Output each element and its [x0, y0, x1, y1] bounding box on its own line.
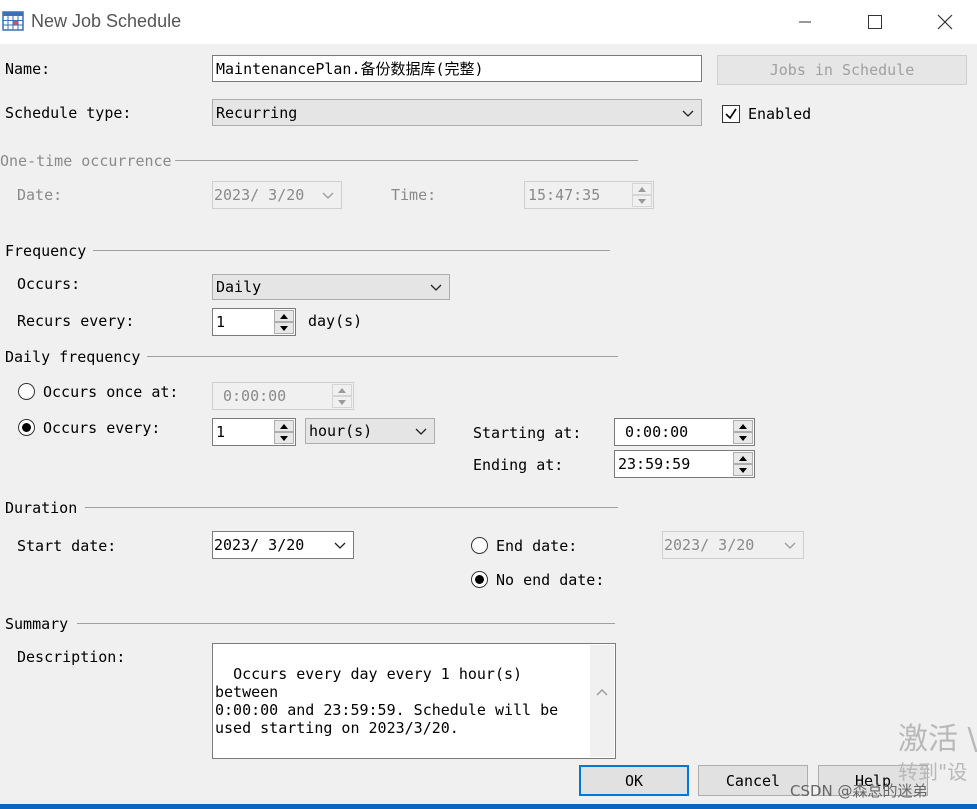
- description-label: Description:: [17, 648, 126, 666]
- occurs-select[interactable]: Daily: [212, 274, 450, 300]
- chevron-down-icon: [334, 542, 346, 549]
- one-time-time-input: 15:47:35: [524, 181, 654, 209]
- occurs-once-time-input: 0:00:00: [212, 382, 354, 410]
- section-one-time: One-time occurrence: [0, 152, 172, 170]
- recurs-every-label: Recurs every:: [17, 312, 135, 330]
- starting-at-label: Starting at:: [473, 424, 582, 442]
- description-textarea[interactable]: Occurs every day every 1 hour(s) between…: [212, 643, 616, 759]
- section-daily-frequency: Daily frequency: [5, 348, 141, 366]
- chevron-up-icon[interactable]: [590, 681, 614, 705]
- occurs-value: Daily: [216, 278, 262, 296]
- calendar-grid-icon: [2, 10, 24, 32]
- window-title: New Job Schedule: [31, 11, 182, 31]
- every-spinner[interactable]: [274, 420, 294, 444]
- end-date-radio[interactable]: [471, 537, 488, 554]
- schedule-type-value: Recurring: [216, 103, 298, 122]
- section-duration: Duration: [5, 499, 78, 517]
- section-frequency: Frequency: [5, 242, 87, 260]
- occurs-every-value: 1: [216, 423, 226, 441]
- checkmark-icon: [725, 108, 737, 120]
- start-date-picker[interactable]: 2023/ 3/20: [212, 531, 354, 559]
- recurs-unit: day(s): [308, 312, 363, 330]
- end-date-picker: 2023/ 3/20: [662, 531, 804, 559]
- one-time-date-value: 2023/ 3/20: [214, 186, 305, 204]
- end-date-value: 2023/ 3/20: [664, 536, 755, 554]
- ending-at-label: Ending at:: [473, 456, 564, 474]
- occurs-every-radio[interactable]: [18, 419, 35, 436]
- occurs-every-stepper[interactable]: 1: [212, 418, 296, 446]
- name-label: Name:: [5, 60, 51, 78]
- jobs-in-schedule-button[interactable]: Jobs in Schedule: [717, 55, 967, 85]
- ending-spinner[interactable]: [733, 452, 753, 476]
- chevron-down-icon: [430, 284, 442, 291]
- every-unit-value: hour(s): [309, 422, 373, 440]
- time-label: Time:: [391, 186, 437, 204]
- no-end-date-radio[interactable]: [471, 571, 488, 588]
- chevron-down-icon: [322, 192, 334, 199]
- occurs-every-label: Occurs every:: [43, 419, 161, 437]
- starting-at-value: 0:00:00: [625, 423, 689, 441]
- csdn-credit-watermark: CSDN @森总的迷弟: [790, 782, 928, 800]
- schedule-type-label: Schedule type:: [5, 104, 132, 122]
- occurs-once-radio[interactable]: [18, 383, 35, 400]
- date-label: Date:: [17, 186, 63, 204]
- ending-at-value: 23:59:59: [618, 455, 691, 473]
- chevron-down-icon: [784, 542, 796, 549]
- start-date-label: Start date:: [17, 537, 117, 555]
- one-time-time-value: 15:47:35: [528, 186, 601, 204]
- taskbar-edge: [0, 804, 977, 809]
- starting-spinner[interactable]: [733, 420, 753, 444]
- end-date-label: End date:: [496, 537, 578, 555]
- occurs-once-label: Occurs once at:: [43, 383, 179, 401]
- start-date-value: 2023/ 3/20: [214, 536, 305, 554]
- recurs-every-value: 1: [216, 313, 226, 331]
- time-spinner: [632, 183, 652, 207]
- separator: [77, 623, 615, 624]
- occurs-once-value: 0:00:00: [223, 387, 287, 405]
- schedule-type-select[interactable]: Recurring: [212, 99, 702, 126]
- every-unit-select[interactable]: hour(s): [305, 418, 435, 444]
- name-input[interactable]: MaintenancePlan.备份数据库(完整): [212, 55, 702, 82]
- once-spinner: [332, 384, 352, 408]
- ending-at-input[interactable]: 23:59:59: [614, 450, 755, 478]
- activation-watermark-line1: 激活 \: [898, 722, 977, 757]
- separator: [147, 356, 618, 357]
- chevron-down-icon: [682, 110, 694, 117]
- occurs-label: Occurs:: [17, 275, 81, 293]
- chevron-down-icon: [415, 428, 427, 435]
- separator: [93, 250, 610, 251]
- section-summary: Summary: [5, 615, 69, 633]
- description-scrollbar[interactable]: [590, 645, 614, 757]
- enabled-checkbox[interactable]: [722, 105, 740, 123]
- maximize-icon[interactable]: [860, 8, 890, 36]
- separator: [175, 160, 638, 161]
- minimize-icon[interactable]: [790, 8, 820, 36]
- separator: [85, 507, 618, 508]
- ok-button[interactable]: OK: [579, 765, 689, 796]
- close-icon[interactable]: [930, 8, 960, 36]
- starting-at-input[interactable]: 0:00:00: [614, 418, 755, 446]
- enabled-label: Enabled: [748, 105, 812, 123]
- recurs-spinner[interactable]: [274, 310, 294, 334]
- no-end-date-label: No end date:: [496, 571, 605, 589]
- one-time-date-picker: 2023/ 3/20: [212, 181, 342, 209]
- description-text: Occurs every day every 1 hour(s) between…: [215, 665, 559, 737]
- recurs-every-stepper[interactable]: 1: [212, 308, 296, 336]
